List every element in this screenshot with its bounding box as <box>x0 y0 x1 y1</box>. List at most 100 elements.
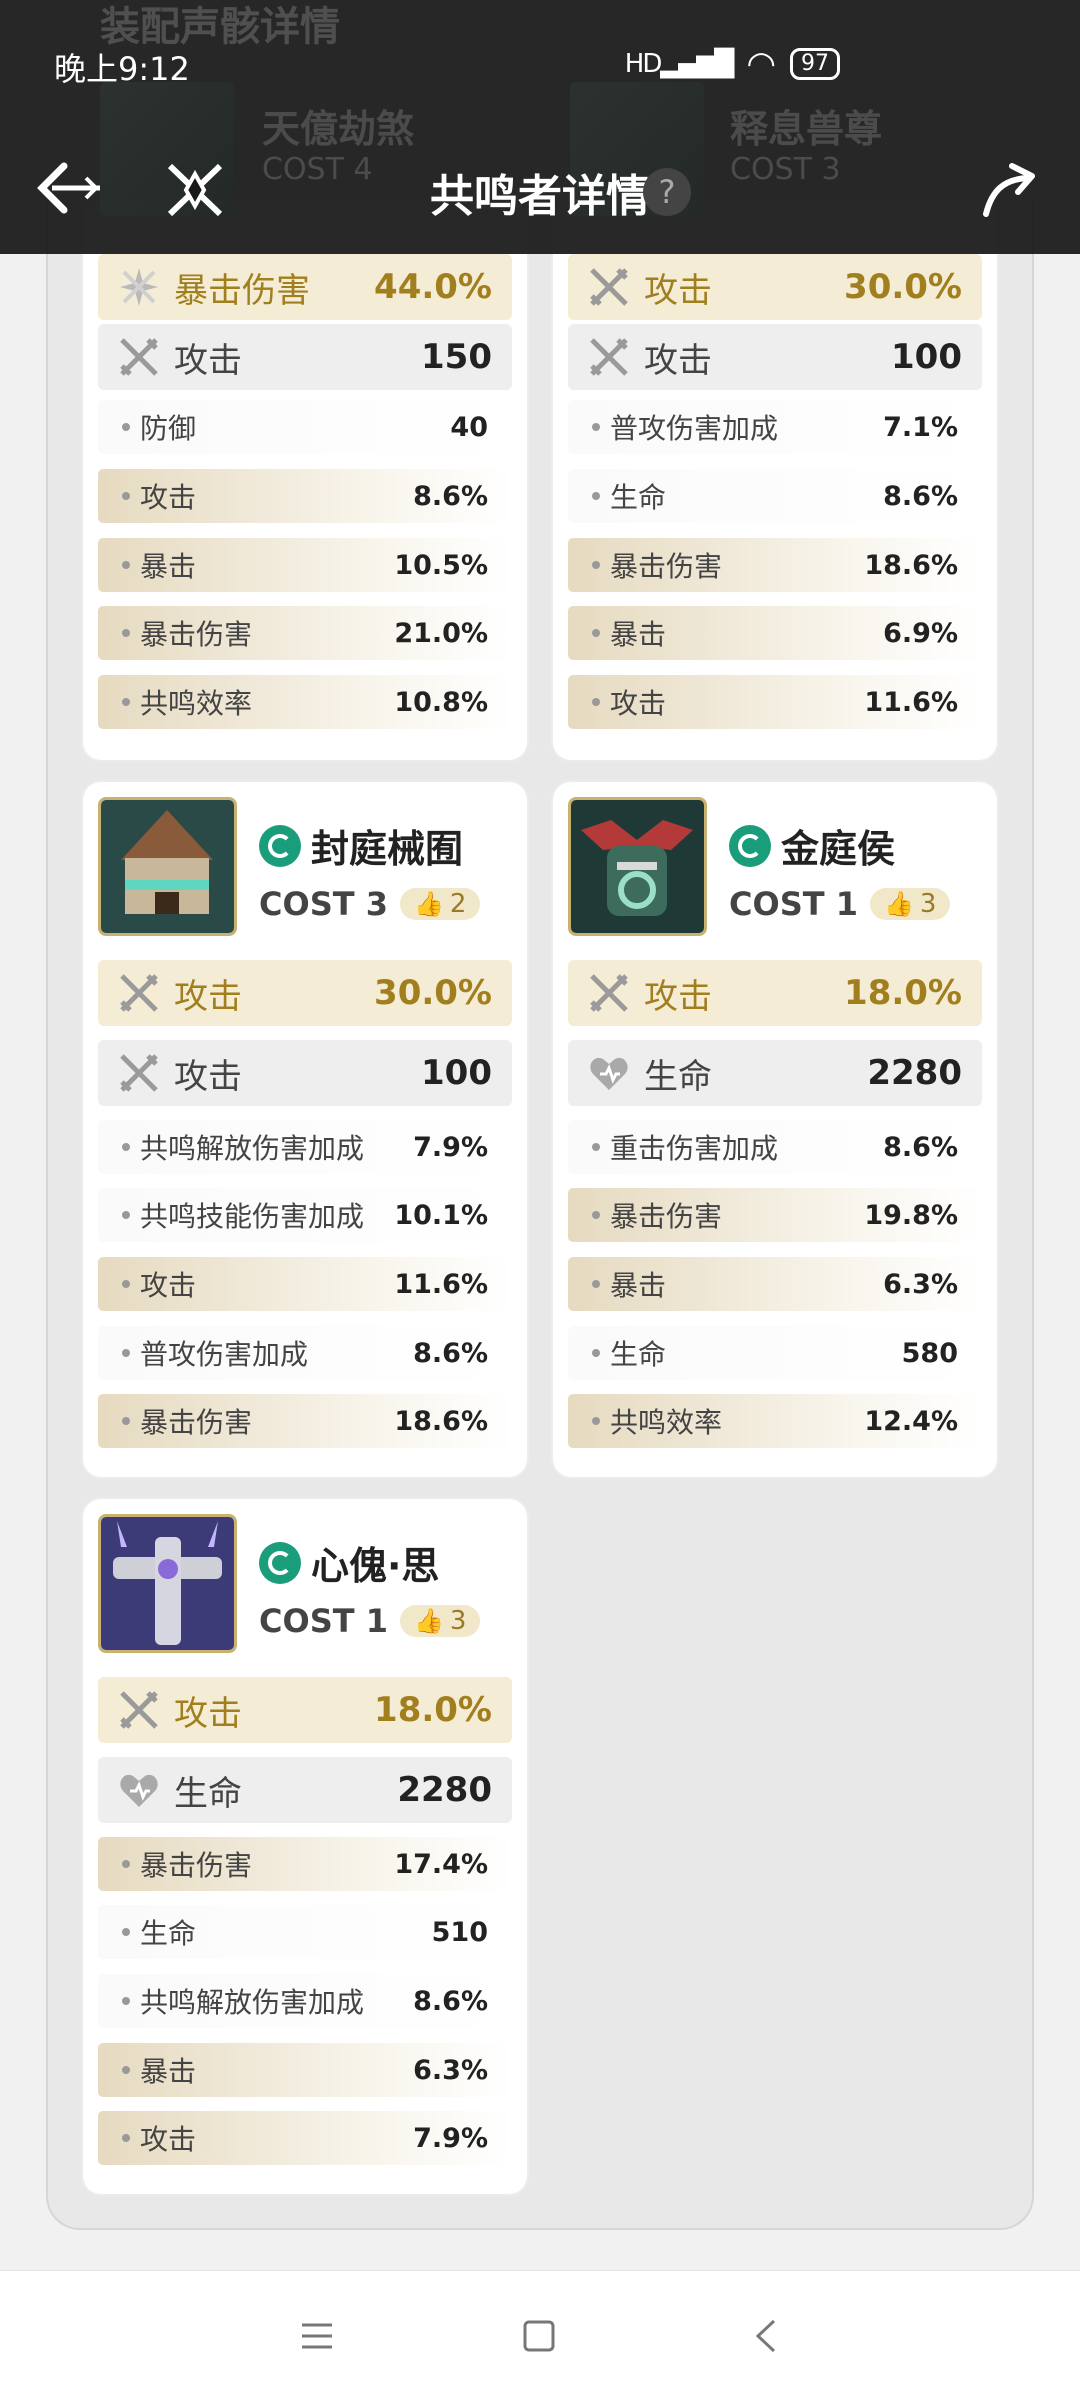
stat-value: 10.5% <box>394 549 488 581</box>
main-stat-value: 30.0% <box>374 973 492 1013</box>
share-icon[interactable] <box>978 160 1042 220</box>
secondary-stat: 暴击 6.3% <box>568 1257 982 1311</box>
main-stat-label: 攻击 <box>644 270 712 311</box>
sword-icon <box>588 972 630 1014</box>
stat-label: 暴击伤害 <box>610 550 723 583</box>
stat-value: 40 <box>450 411 488 443</box>
secondary-stat: 暴击伤害 18.6% <box>568 538 982 592</box>
sword-icon <box>118 972 160 1014</box>
stat-label: 暴击 <box>140 550 197 583</box>
like-count: 2 <box>449 889 467 919</box>
stat-label: 生命 <box>140 1917 197 1950</box>
stat-value: 8.6% <box>413 1985 488 2017</box>
secondary-stat: 暴击伤害 19.8% <box>568 1188 982 1242</box>
thumb-icon: 👍 <box>883 890 914 918</box>
stat-value: 10.8% <box>394 686 488 718</box>
stat-label: 生命 <box>610 481 667 514</box>
echo-card[interactable]: 金庭侯 COST 1 👍 3 攻击 18.0% 生命 2280 重击伤害加成 8.6… <box>553 782 997 1477</box>
secondary-stat: 共鸣技能伤害加成 10.1% <box>98 1188 512 1242</box>
echo-card[interactable]: 攻击 30.0% 攻击 100 普攻伤害加成 7.1% 生命 8.6% 暴击伤害 18… <box>553 200 997 760</box>
stat-label: 暴击 <box>610 618 667 651</box>
back-icon[interactable] <box>742 2311 792 2361</box>
secondary-stat: 重击伤害加成 8.6% <box>568 1120 982 1174</box>
status-time: 晚上9:12 <box>54 50 190 88</box>
signal-icon: HD▂▄▆█ <box>624 49 735 79</box>
stat-value: 12.4% <box>864 1405 958 1437</box>
main-stat-label: 攻击 <box>644 976 712 1017</box>
stat-label: 攻击 <box>140 481 197 514</box>
stat-value: 7.1% <box>883 411 958 443</box>
sub-stat-value: 100 <box>421 1053 492 1093</box>
echo-card[interactable]: 心傀·思 COST 1 👍 3 攻击 18.0% 生命 2280 暴击伤害 17.4… <box>83 1499 527 2194</box>
sub-stat: 生命 2280 <box>568 1040 982 1106</box>
secondary-stat: 共鸣效率 12.4% <box>568 1394 982 1448</box>
sub-stat-label: 攻击 <box>174 1056 242 1097</box>
secondary-stat: 暴击 6.3% <box>98 2043 512 2097</box>
stat-label: 攻击 <box>140 1269 197 1302</box>
like-badge: 👍 3 <box>869 888 951 920</box>
echo-image <box>568 797 707 936</box>
sword-icon <box>118 1052 160 1094</box>
stat-value: 510 <box>431 1916 488 1948</box>
echo-name: 心傀·思 <box>311 1544 440 1588</box>
secondary-stat: 防御 40 <box>98 400 512 454</box>
secondary-stat: 普攻伤害加成 8.6% <box>98 1326 512 1380</box>
like-badge: 👍 2 <box>399 888 481 920</box>
stat-value: 18.6% <box>864 549 958 581</box>
secondary-stat: 暴击 10.5% <box>98 538 512 592</box>
secondary-stat: 攻击 7.9% <box>98 2111 512 2165</box>
home-icon[interactable] <box>514 2311 564 2361</box>
stat-label: 共鸣技能伤害加成 <box>140 1200 365 1233</box>
secondary-stat: 共鸣效率 10.8% <box>98 675 512 729</box>
menu-icon[interactable] <box>292 2311 342 2361</box>
stat-label: 共鸣效率 <box>140 687 253 720</box>
echo-card[interactable]: 暴击伤害 44.0% 攻击 150 防御 40 攻击 8.6% 暴击 10.5% 暴击… <box>83 200 527 760</box>
secondary-stat: 暴击伤害 18.6% <box>98 1394 512 1448</box>
sub-stat-value: 2280 <box>867 1053 962 1093</box>
stat-label: 暴击伤害 <box>140 1849 253 1882</box>
stat-label: 攻击 <box>140 2123 197 2156</box>
stat-value: 6.3% <box>883 1268 958 1300</box>
secondary-stat: 生命 510 <box>98 1905 512 1959</box>
main-stat-value: 18.0% <box>844 973 962 1013</box>
stat-label: 普攻伤害加成 <box>610 412 779 445</box>
crit-icon <box>118 266 160 308</box>
card-header: 金庭侯 COST 1 👍 3 <box>729 818 951 923</box>
element-icon <box>729 824 771 867</box>
stat-label: 共鸣解放伤害加成 <box>140 1132 365 1165</box>
help-icon[interactable]: ? <box>643 168 691 216</box>
stat-label: 防御 <box>140 412 197 445</box>
secondary-stat: 攻击 11.6% <box>98 1257 512 1311</box>
secondary-stat: 生命 8.6% <box>568 469 982 523</box>
stat-label: 生命 <box>610 1338 667 1371</box>
sub-stat: 攻击 150 <box>98 324 512 390</box>
secondary-stat: 攻击 8.6% <box>98 469 512 523</box>
card-header: 封庭械囿 COST 3 👍 2 <box>259 818 481 923</box>
heart-icon <box>588 1052 630 1094</box>
element-icon <box>259 1541 301 1584</box>
stat-label: 共鸣解放伤害加成 <box>140 1986 365 2019</box>
main-stat-value: 30.0% <box>844 267 962 307</box>
stat-value: 580 <box>901 1337 958 1369</box>
sub-stat-label: 生命 <box>644 1056 712 1097</box>
heart-icon <box>118 1769 160 1811</box>
stat-value: 10.1% <box>394 1199 488 1231</box>
stat-value: 8.6% <box>883 480 958 512</box>
stat-value: 6.9% <box>883 617 958 649</box>
main-stat: 攻击 18.0% <box>98 1677 512 1743</box>
page-title: 共鸣者详情 <box>430 171 650 222</box>
stat-value: 7.9% <box>413 1131 488 1163</box>
secondary-stat: 攻击 11.6% <box>568 675 982 729</box>
stat-value: 21.0% <box>394 617 488 649</box>
sword-icon <box>118 336 160 378</box>
stat-label: 暴击伤害 <box>140 1406 253 1439</box>
like-badge: 👍 3 <box>399 1605 481 1637</box>
stat-value: 17.4% <box>394 1848 488 1880</box>
echo-card[interactable]: 封庭械囿 COST 3 👍 2 攻击 30.0% 攻击 100 共鸣解放伤害加成 7… <box>83 782 527 1477</box>
stat-label: 共鸣效率 <box>610 1406 723 1439</box>
stat-label: 暴击 <box>610 1269 667 1302</box>
echo-cost: COST 1 <box>259 1602 388 1640</box>
main-stat: 攻击 18.0% <box>568 960 982 1026</box>
secondary-stat: 暴击伤害 21.0% <box>98 606 512 660</box>
secondary-stat: 生命 580 <box>568 1326 982 1380</box>
